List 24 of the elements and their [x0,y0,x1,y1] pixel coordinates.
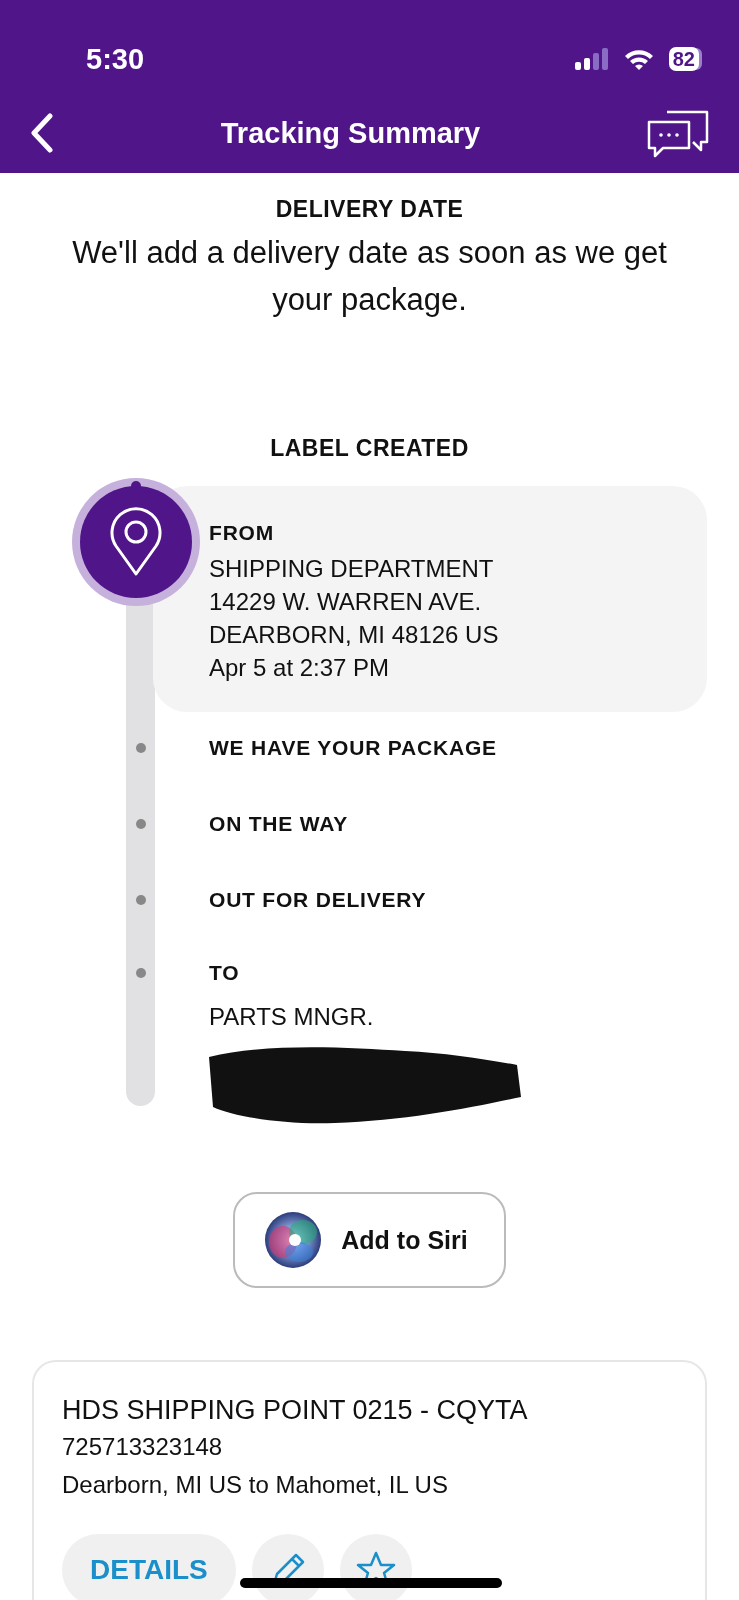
address-line: Apr 5 at 2:37 PM [209,653,391,683]
address-line: DEARBORN, MI 48126 US [209,620,500,650]
section-heading: DELIVERY DATE [274,196,465,223]
chat-icon[interactable] [647,108,709,158]
step-title: WE HAVE YOUR PACKAGE [209,735,498,761]
screen-title: Tracking Summary [220,116,481,150]
add-to-siri-button[interactable]: Add to Siri [233,1192,506,1288]
address-line: SHIPPING DEPARTMENT [209,554,495,584]
step-title: TO [209,960,241,986]
back-icon[interactable] [30,113,54,153]
address-line: PARTS MNGR. [209,1002,375,1032]
step-title: FROM [209,520,276,546]
shipment-route: Dearborn, MI US to Mahomet, IL US [62,1470,449,1500]
signal-icon [574,48,609,70]
delivery-message: We'll add a delivery date as soon as we get your package. [71,234,668,319]
status-time: 5:30 [86,42,145,76]
siri-icon [265,1212,322,1268]
shipment-name: HDS SHIPPING POINT 0215 - CQYTA [62,1394,529,1427]
step-title: OUT FOR DELIVERY [209,887,428,913]
tracking-number: 725713323148 [62,1432,224,1462]
section-heading: LABEL CREATED [269,435,470,462]
battery-level: 82 [668,47,699,71]
step-title: ON THE WAY [209,811,350,837]
address-line: 14229 W. WARREN AVE. [209,587,483,617]
